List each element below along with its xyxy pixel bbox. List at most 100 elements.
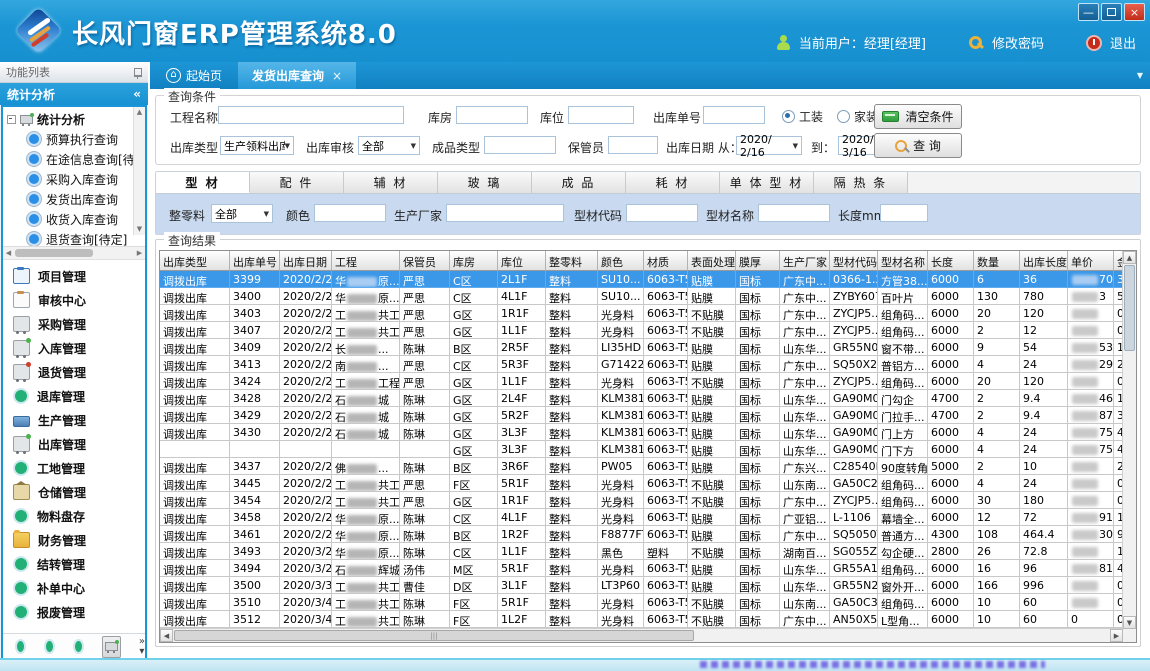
column-header[interactable]: 出库类型 <box>160 251 230 271</box>
length-input[interactable] <box>880 204 928 222</box>
column-header[interactable]: 库位 <box>498 251 546 271</box>
sidebar-item-10[interactable]: 物料盘存 <box>3 504 145 528</box>
minimize-button[interactable]: — <box>1078 3 1099 21</box>
table-vscroll-thumb[interactable] <box>1124 265 1135 351</box>
tree-item-3[interactable]: 发货出库查询 <box>3 189 145 209</box>
column-header[interactable]: 材质 <box>644 251 688 271</box>
column-header[interactable]: 出库单号 <box>230 251 280 271</box>
dot-icon[interactable] <box>44 639 55 654</box>
date-from-select[interactable]: 2020/ 2/16▼ <box>736 136 802 155</box>
tree-vscroll[interactable]: ▲▼ <box>133 107 145 235</box>
cart-quick-button[interactable] <box>102 636 121 658</box>
sidebar-item-14[interactable]: 报废管理 <box>3 600 145 624</box>
column-header[interactable]: 保管员 <box>400 251 450 271</box>
search-button[interactable]: 查 询 <box>874 133 962 158</box>
section-bar-statistics[interactable]: 统计分析 « <box>0 83 148 105</box>
dot-icon[interactable] <box>73 639 84 654</box>
tree-item-2[interactable]: 采购入库查询 <box>3 169 145 189</box>
profile-code-input[interactable] <box>626 204 698 222</box>
keeper-input[interactable] <box>608 136 658 154</box>
tab-home[interactable]: ⌂ 起始页 <box>150 62 238 89</box>
sidebar-item-3[interactable]: 入库管理 <box>3 336 145 360</box>
column-header[interactable]: 表面处理 <box>688 251 736 271</box>
table-hscroll-thumb[interactable]: ||| <box>174 630 694 641</box>
column-header[interactable]: 工程 <box>332 251 400 271</box>
table-row[interactable]: 调拨出库34612020/2/28华原...陈琳B区1R2F整料F8877FT6… <box>160 526 1123 543</box>
sidebar-item-11[interactable]: 财务管理 <box>3 528 145 552</box>
tree-item-4[interactable]: 收货入库查询 <box>3 209 145 229</box>
table-row[interactable]: 调拨出库33992020/2/25华原...严思C区2L1F整料SU10...6… <box>160 271 1123 288</box>
column-header[interactable]: 型材名称 <box>878 251 928 271</box>
table-row[interactable]: 调拨出库35102020/3/4工共工程陈琳F区5R1F整料光身料6063-T5… <box>160 594 1123 611</box>
tree-hscroll[interactable]: ◀▶ <box>3 246 145 259</box>
material-tab-0[interactable]: 型 材 <box>156 172 250 193</box>
dot-icon[interactable] <box>15 639 26 654</box>
column-header[interactable]: 库房 <box>450 251 498 271</box>
logout-link[interactable]: 退出 <box>1110 33 1136 52</box>
close-button[interactable]: × <box>1124 3 1145 21</box>
product-type-input[interactable] <box>484 136 556 154</box>
sidebar-item-9[interactable]: 仓储管理 <box>3 480 145 504</box>
location-input[interactable] <box>568 106 634 124</box>
column-header[interactable]: 长度 <box>928 251 974 271</box>
radio-home-decor[interactable]: 家装 <box>837 108 878 125</box>
table-row[interactable]: 调拨出库34002020/2/25华原...严思C区4L1F整料SU10...6… <box>160 288 1123 305</box>
sidebar-item-1[interactable]: 审核中心 <box>3 288 145 312</box>
column-header[interactable]: 整零料 <box>546 251 598 271</box>
table-row[interactable]: 调拨出库34932020/3/2华原...陈琳C区1L1F整料黑色塑料不贴膜国标… <box>160 543 1123 560</box>
column-header[interactable]: 出库长度 <box>1020 251 1068 271</box>
material-tab-2[interactable]: 辅 材 <box>344 172 438 193</box>
order-no-input[interactable] <box>703 106 765 124</box>
maximize-button[interactable] <box>1101 3 1122 21</box>
change-password-link[interactable]: 修改密码 <box>992 33 1044 52</box>
warehouse-input[interactable] <box>456 106 528 124</box>
table-row[interactable]: 调拨出库35122020/3/4工共工程陈琳F区1L2F整料光身料6063-T5… <box>160 611 1123 628</box>
table-row[interactable]: 调拨出库34132020/2/26南...严思C区5R3F整料G71422606… <box>160 356 1123 373</box>
table-row[interactable]: 调拨出库34372020/2/27佛...陈琳B区3R6F整料PW056063-… <box>160 458 1123 475</box>
column-header[interactable]: 单价 <box>1068 251 1114 271</box>
sidebar-item-13[interactable]: 补单中心 <box>3 576 145 600</box>
clear-conditions-button[interactable]: 清空条件 <box>874 104 962 129</box>
column-header[interactable]: 型材代码 <box>830 251 878 271</box>
material-tab-1[interactable]: 配 件 <box>250 172 344 193</box>
project-name-input[interactable] <box>218 106 404 124</box>
sidebar-item-12[interactable]: 结转管理 <box>3 552 145 576</box>
column-header[interactable]: 数量 <box>974 251 1020 271</box>
table-row[interactable]: 调拨出库34242020/2/26工工程严思G区1L1F整料光身料6063-T5… <box>160 373 1123 390</box>
audit-select[interactable]: 全部▼ <box>358 136 420 155</box>
table-row[interactable]: 调拨出库34302020/2/26石城陈琳G区3L3F整料KLM38176063… <box>160 424 1123 441</box>
table-row[interactable]: 调拨出库35002020/3/3工共工程曹佳D区3L1F整料LT3P606063… <box>160 577 1123 594</box>
pin-icon[interactable] <box>134 68 142 77</box>
tree-root-statistics[interactable]: 统计分析 <box>3 109 145 129</box>
manufacturer-input[interactable] <box>446 204 564 222</box>
table-row[interactable]: 调拨出库34452020/2/27工共工程严思F区5R1F整料光身料6063-T… <box>160 475 1123 492</box>
whole-part-select[interactable]: 全部▼ <box>211 204 273 223</box>
profile-name-input[interactable] <box>758 204 830 222</box>
table-vscroll[interactable]: ▲ ▼ <box>1122 251 1136 629</box>
table-row[interactable]: G区3L3F整料KLM38176063-T5贴膜国标山东华...GA90M09.… <box>160 441 1123 458</box>
table-row[interactable]: 调拨出库34282020/2/26石城陈琳G区2L4F整料KLM38176063… <box>160 390 1123 407</box>
sidebar-item-2[interactable]: 采购管理 <box>3 312 145 336</box>
tab-close-icon[interactable]: × <box>332 69 342 83</box>
radio-industrial[interactable]: 工装 <box>782 108 823 125</box>
out-type-select[interactable]: 生产领料出库▼ <box>220 136 294 155</box>
material-tab-7[interactable]: 隔 热 条 <box>814 172 908 193</box>
sidebar-item-5[interactable]: 退库管理 <box>3 384 145 408</box>
column-header[interactable]: 膜厚 <box>736 251 780 271</box>
tab-outbound-query[interactable]: 发货出库查询 × <box>238 62 356 89</box>
more-chevron[interactable]: »▾ <box>139 637 145 657</box>
table-row[interactable]: 调拨出库34092020/2/25长...陈琳B区2R5F整料LI35HD606… <box>160 339 1123 356</box>
table-row[interactable]: 调拨出库34542020/2/28工共工程严思G区1R1F整料光身料6063-T… <box>160 492 1123 509</box>
sidebar-item-8[interactable]: 工地管理 <box>3 456 145 480</box>
material-tab-5[interactable]: 耗 材 <box>626 172 720 193</box>
sidebar-item-0[interactable]: 项目管理 <box>3 264 145 288</box>
tab-list-dropdown-icon[interactable]: ▼ <box>1137 71 1143 80</box>
material-tab-4[interactable]: 成 品 <box>532 172 626 193</box>
sidebar-item-4[interactable]: 退货管理 <box>3 360 145 384</box>
tree-collapse-icon[interactable] <box>7 115 16 124</box>
table-hscroll[interactable]: ◀ ||| ▶ <box>160 628 1123 642</box>
tree-hscroll-thumb[interactable] <box>15 249 93 257</box>
sidebar-item-6[interactable]: 生产管理 <box>3 408 145 432</box>
column-header[interactable]: 颜色 <box>598 251 644 271</box>
table-row[interactable]: 调拨出库34292020/2/26石城陈琳G区5R2F整料KLM38176063… <box>160 407 1123 424</box>
